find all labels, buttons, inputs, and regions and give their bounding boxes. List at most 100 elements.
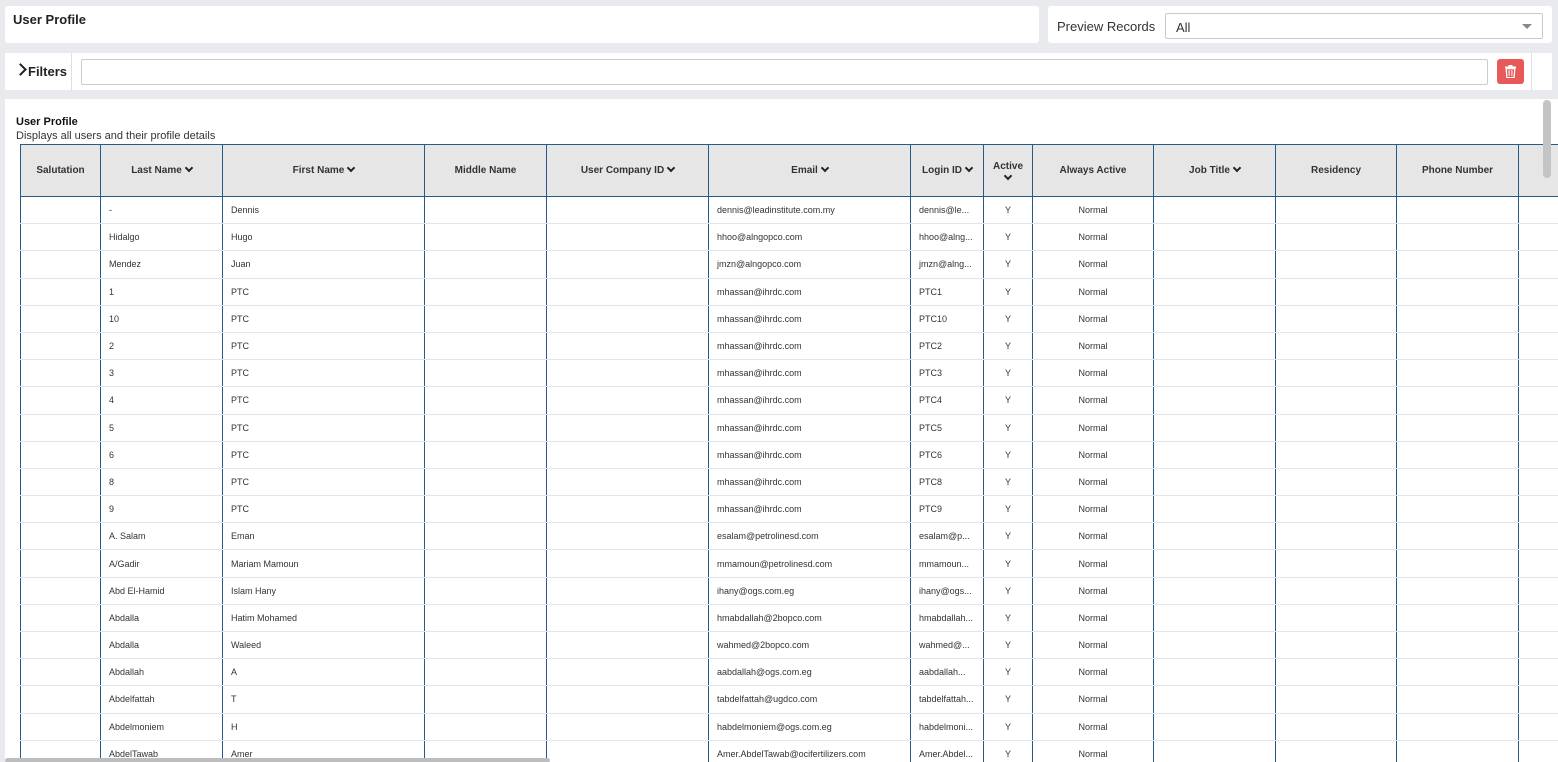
salutation-cell: [20, 359, 101, 388]
last-name-cell: 9: [100, 495, 223, 524]
job-title-cell: [1153, 577, 1276, 605]
column-header-active[interactable]: Active: [983, 144, 1033, 197]
table-row[interactable]: 10 PTC mhassan@ihrdc.com PTC10 Y Normal: [20, 305, 1558, 333]
always-active-cell: Normal: [1032, 468, 1154, 497]
clear-filters-button[interactable]: [1497, 59, 1524, 84]
sort-chevron-icon[interactable]: [347, 163, 356, 173]
login-id-cell: PTC6: [910, 441, 984, 469]
salutation-cell: [20, 441, 101, 469]
salutation-cell: [20, 468, 101, 497]
extra-cell: [1518, 250, 1558, 279]
column-header-user-company-id[interactable]: User Company ID: [546, 144, 709, 197]
table-row[interactable]: 6 PTC mhassan@ihrdc.com PTC6 Y Normal: [20, 441, 1558, 469]
email-cell: Amer.AbdelTawab@ocifertilizers.com: [708, 740, 911, 762]
job-title-cell: [1153, 196, 1276, 225]
filter-bar: Filters: [5, 53, 1552, 90]
extra-cell: [1518, 577, 1558, 605]
vertical-scrollbar[interactable]: [1543, 100, 1551, 178]
table-row[interactable]: Abdalla Hatim Mohamed hmabdallah@2bopco.co…: [20, 604, 1558, 633]
salutation-cell: [20, 658, 101, 687]
filters-toggle-button[interactable]: Filters: [5, 53, 72, 90]
column-header-first-name[interactable]: First Name: [222, 144, 425, 197]
column-header-label: Last Name: [131, 165, 182, 176]
sort-chevron-icon[interactable]: [820, 163, 830, 173]
middle-name-cell: [424, 713, 547, 741]
residency-cell: [1275, 713, 1397, 741]
salutation-cell: [20, 631, 101, 660]
table-row[interactable]: Hidalgo Hugo hhoo@alngopco.com hhoo@alng...…: [20, 223, 1558, 252]
table-row[interactable]: 5 PTC mhassan@ihrdc.com PTC5 Y Normal: [20, 414, 1558, 442]
phone-cell: [1396, 604, 1519, 633]
table-row[interactable]: 1 PTC mhassan@ihrdc.com PTC1 Y Normal: [20, 278, 1558, 306]
first-name-cell: PTC: [222, 359, 425, 388]
column-header-email[interactable]: Email: [708, 144, 911, 197]
active-cell: Y: [983, 332, 1033, 361]
residency-cell: [1275, 305, 1397, 333]
residency-cell: [1275, 441, 1397, 469]
always-active-cell: Normal: [1032, 305, 1154, 333]
login-id-cell: PTC8: [910, 468, 984, 497]
email-cell: wahmed@2bopco.com: [708, 631, 911, 660]
table-row[interactable]: 3 PTC mhassan@ihrdc.com PTC3 Y Normal: [20, 359, 1558, 388]
column-header-last-name[interactable]: Last Name: [100, 144, 223, 197]
horizontal-scrollbar[interactable]: [5, 758, 550, 762]
company-id-cell: [546, 223, 709, 252]
table-row[interactable]: - Dennis dennis@leadinstitute.com.my dennis…: [20, 196, 1558, 225]
sort-chevron-icon[interactable]: [184, 163, 194, 173]
login-id-cell: mmamoun...: [910, 549, 984, 578]
login-id-cell: esalam@p...: [910, 522, 984, 551]
job-title-cell: [1153, 713, 1276, 741]
sort-chevron-icon[interactable]: [1232, 163, 1242, 173]
middle-name-cell: [424, 386, 547, 415]
company-id-cell: [546, 250, 709, 279]
company-id-cell: [546, 685, 709, 714]
preview-records-select[interactable]: All: [1165, 13, 1543, 39]
sort-chevron-icon[interactable]: [964, 163, 974, 173]
residency-cell: [1275, 685, 1397, 714]
first-name-cell: Hatim Mohamed: [222, 604, 425, 633]
column-header-label: Residency: [1310, 165, 1362, 176]
active-cell: Y: [983, 549, 1033, 578]
company-id-cell: [546, 386, 709, 415]
residency-cell: [1275, 223, 1397, 252]
column-header-label: Always Active: [1059, 165, 1127, 176]
table-row[interactable]: Abdallah Aaabdallah@ogs.com.eg aabdallah..…: [20, 658, 1558, 687]
column-header-login-id[interactable]: Login ID: [910, 144, 984, 197]
table-row[interactable]: Abdelfattah Ttabdelfattah@ugdco.com tabdel…: [20, 685, 1558, 714]
extra-cell: [1518, 631, 1558, 660]
always-active-cell: Normal: [1032, 658, 1154, 687]
table-row[interactable]: Abdalla Waleed wahmed@2bopco.com wahmed@...…: [20, 631, 1558, 660]
salutation-cell: [20, 196, 101, 225]
company-id-cell: [546, 196, 709, 225]
report-subtitle: Displays all users and their profile det…: [16, 130, 216, 142]
table-row[interactable]: 8 PTC mhassan@ihrdc.com PTC8 Y Normal: [20, 468, 1558, 497]
extra-cell: [1518, 713, 1558, 741]
table-row[interactable]: 2 PTC mhassan@ihrdc.com PTC2 Y Normal: [20, 332, 1558, 361]
email-cell: aabdallah@ogs.com.eg: [708, 658, 911, 687]
always-active-cell: Normal: [1032, 359, 1154, 388]
last-name-cell: Abdallah: [100, 658, 223, 687]
salutation-cell: [20, 223, 101, 252]
filter-bar-divider: [1531, 53, 1532, 90]
table-row[interactable]: Abdelmoniem Hhabdelmoniem@ogs.com.eg habde…: [20, 713, 1558, 741]
phone-cell: [1396, 441, 1519, 469]
middle-name-cell: [424, 250, 547, 279]
active-cell: Y: [983, 359, 1033, 388]
table-row[interactable]: Mendez Juan jmzn@alngopco.com jmzn@alng... Y…: [20, 250, 1558, 279]
active-cell: Y: [983, 495, 1033, 524]
first-name-cell: Juan: [222, 250, 425, 279]
column-header-job-title[interactable]: Job Title: [1153, 144, 1276, 197]
table-row[interactable]: 9 PTC mhassan@ihrdc.com PTC9 Y Normal: [20, 495, 1558, 524]
table-row[interactable]: A/Gadir Mariam Mamoun mmamoun@petrolinesd.…: [20, 549, 1558, 578]
always-active-cell: Normal: [1032, 250, 1154, 279]
phone-cell: [1396, 522, 1519, 551]
salutation-cell: [20, 522, 101, 551]
table-row[interactable]: Abd El-Hamid Islam Hany ihany@ogs.com.eg ih…: [20, 577, 1558, 605]
table-row[interactable]: 4 PTC mhassan@ihrdc.com PTC4 Y Normal: [20, 386, 1558, 415]
sort-chevron-icon[interactable]: [666, 163, 676, 173]
sort-chevron-icon[interactable]: [1003, 171, 1013, 180]
table-row[interactable]: A. Salam Eman esalam@petrolinesd.com esalam…: [20, 522, 1558, 551]
phone-cell: [1396, 278, 1519, 306]
filter-input[interactable]: [81, 59, 1488, 85]
login-id-cell: dennis@le...: [910, 196, 984, 225]
